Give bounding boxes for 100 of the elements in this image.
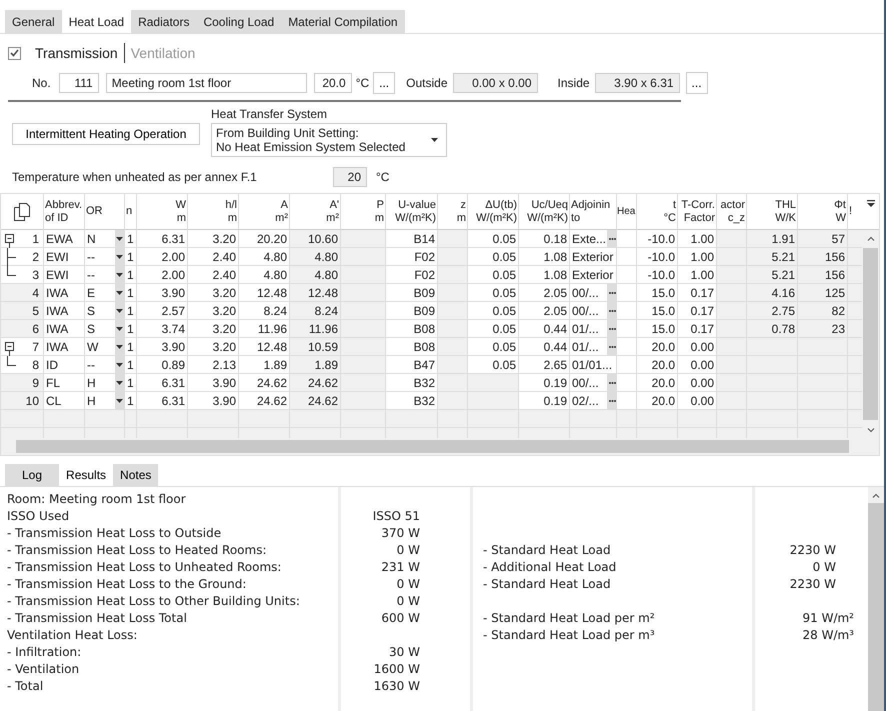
- result-value: 1600 W: [374, 661, 420, 678]
- heat-transfer-dropdown[interactable]: From Building Unit Setting: No Heat Emission System Selected: [211, 123, 447, 157]
- tab[interactable]: Log: [5, 464, 60, 486]
- row-header[interactable]: 4: [1, 284, 44, 302]
- row-header[interactable]: 6: [1, 320, 44, 338]
- table-cell: -10.0: [637, 266, 678, 284]
- row-header[interactable]: 2: [1, 248, 44, 266]
- table-cell: 1.08: [519, 266, 570, 284]
- table-cell: [717, 248, 747, 266]
- table-cell: IWA: [44, 338, 85, 356]
- more-button[interactable]: ...: [686, 72, 708, 94]
- table-cell: 2.05: [519, 302, 570, 320]
- table-cell: 4.80: [290, 266, 341, 284]
- table-cell: 6.31: [137, 230, 188, 248]
- table-cell: [848, 392, 863, 410]
- more-button[interactable]: ...: [373, 72, 396, 94]
- orientation-dropdown[interactable]: W: [85, 338, 125, 356]
- row-number: 8: [32, 358, 39, 372]
- table-cell: [617, 230, 637, 248]
- orientation-dropdown[interactable]: --: [85, 356, 125, 374]
- result-value: 600 W: [381, 610, 420, 627]
- mode-tab[interactable]: Transmission: [35, 45, 118, 61]
- orientation-dropdown[interactable]: H: [85, 392, 125, 410]
- row-header[interactable]: 9: [1, 374, 44, 392]
- row-number: 1: [32, 232, 39, 246]
- table-cell: 1.89: [290, 356, 341, 374]
- orientation-dropdown[interactable]: S: [85, 302, 125, 320]
- result-value: 2230 W: [790, 576, 837, 593]
- tab[interactable]: Material Compilation: [281, 10, 405, 33]
- table-cell: B08: [386, 338, 438, 356]
- number-field[interactable]: 111: [58, 73, 99, 93]
- row-header[interactable]: 8: [1, 356, 44, 374]
- table-cell: CL: [44, 392, 85, 410]
- intermittent-heating-button[interactable]: Intermittent Heating Operation: [12, 123, 200, 145]
- scroll-down-icon[interactable]: [866, 428, 874, 432]
- row-number: 2: [32, 250, 39, 264]
- table-cell: 24.62: [239, 392, 290, 410]
- row-header[interactable]: 3: [1, 266, 44, 284]
- table-cell: IWA: [44, 302, 85, 320]
- inside-size-field: 3.90 x 6.31: [594, 73, 680, 93]
- result-value: 0 W: [812, 559, 837, 576]
- row-header[interactable]: 5: [1, 302, 44, 320]
- orientation-dropdown[interactable]: E: [85, 284, 125, 302]
- table-cell: [617, 356, 637, 374]
- collapse-icon[interactable]: [4, 234, 14, 248]
- table-cell: 11.96: [290, 320, 341, 338]
- ellipsis-button[interactable]: [608, 392, 617, 410]
- orientation-dropdown[interactable]: H: [85, 374, 125, 392]
- collapse-icon[interactable]: [4, 342, 14, 356]
- ellipsis-button[interactable]: [608, 338, 617, 356]
- table-cell: Exterior: [570, 266, 617, 284]
- ellipsis-button[interactable]: [608, 374, 617, 392]
- table-cell: [848, 284, 863, 302]
- checkbox[interactable]: [8, 46, 21, 60]
- table-cell: 15.0: [637, 302, 678, 320]
- result-value: 2230 W: [790, 542, 837, 559]
- table-cell: 1: [125, 374, 137, 392]
- result-label: - Additional Heat Load: [483, 559, 618, 576]
- table-cell: 0.44: [519, 320, 570, 338]
- field-label: Inside: [558, 76, 590, 90]
- scroll-thumb[interactable]: [16, 440, 849, 453]
- horizontal-scrollbar[interactable]: [1, 438, 879, 455]
- tab[interactable]: Notes: [113, 464, 158, 486]
- menu-icon[interactable]: [866, 200, 874, 207]
- scroll-thumb[interactable]: [863, 248, 878, 420]
- result-label: - Total: [7, 678, 44, 695]
- orientation-dropdown[interactable]: --: [85, 248, 125, 266]
- temperature-field[interactable]: 20.0: [314, 73, 352, 93]
- ellipsis-button[interactable]: [608, 284, 617, 302]
- table-cell: [468, 374, 519, 392]
- tab[interactable]: Radiators: [131, 10, 196, 33]
- unit-label: °C: [356, 76, 370, 90]
- tab[interactable]: Cooling Load: [196, 10, 282, 33]
- table-cell: 5.21: [747, 248, 798, 266]
- row-header[interactable]: 1: [1, 230, 44, 248]
- caret-icon: [116, 308, 123, 312]
- ellipsis-button[interactable]: [608, 230, 617, 248]
- table-cell: F02: [386, 248, 438, 266]
- table-cell: 02/...: [570, 392, 608, 410]
- result-value: 370 W: [381, 525, 420, 542]
- orientation-dropdown[interactable]: --: [85, 266, 125, 284]
- table-cell: 5.21: [747, 266, 798, 284]
- vertical-scrollbar[interactable]: [862, 194, 879, 438]
- table-cell: 125: [798, 284, 848, 302]
- table-cell: 4.80: [290, 248, 341, 266]
- scroll-up-icon[interactable]: [872, 492, 880, 498]
- orientation-dropdown[interactable]: N: [85, 230, 125, 248]
- vertical-scrollbar[interactable]: [868, 487, 884, 711]
- orientation-dropdown[interactable]: S: [85, 320, 125, 338]
- tab[interactable]: General: [5, 10, 62, 33]
- table-cell: F02: [386, 266, 438, 284]
- row-header[interactable]: 7: [1, 338, 44, 356]
- row-header[interactable]: 10: [1, 392, 44, 410]
- table-cell: 10.59: [290, 338, 341, 356]
- table-cell: 2.57: [137, 302, 188, 320]
- copy-icon[interactable]: [14, 202, 30, 220]
- scroll-up-icon[interactable]: [866, 236, 874, 240]
- result-label: - Standard Heat Load per m³: [483, 627, 656, 644]
- room-name-field[interactable]: Meeting room 1st floor: [106, 73, 307, 93]
- caret-icon: [116, 380, 123, 384]
